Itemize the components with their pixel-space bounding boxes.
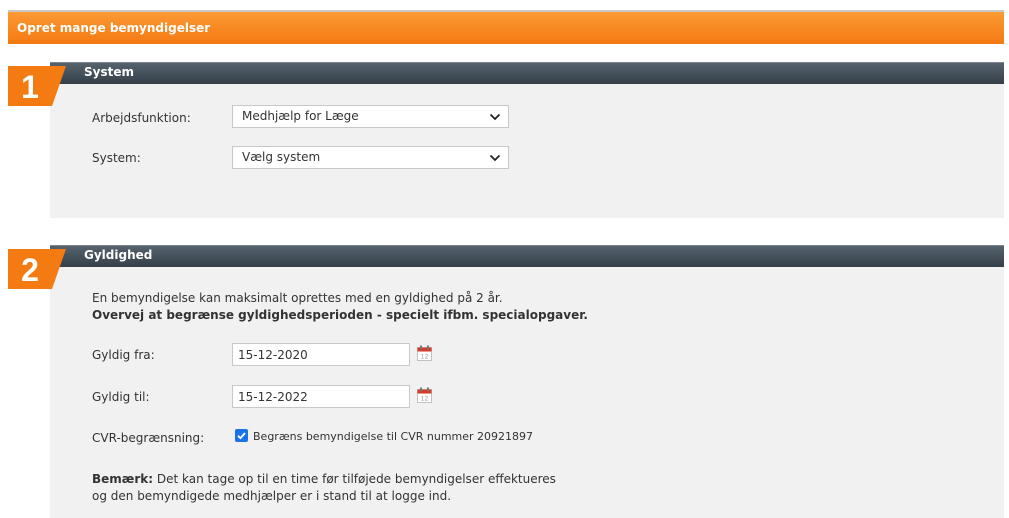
section-gyldighed: Gyldighed 2 En bemyndigelse kan maksimal… [8, 245, 1004, 518]
step-number-1: 1 [21, 69, 39, 105]
calendar-icon[interactable]: 12 [416, 345, 433, 362]
cvr-checkbox[interactable] [235, 429, 248, 442]
chevron-down-icon [489, 152, 501, 166]
gyldig-fra-label: Gyldig fra: [92, 348, 155, 362]
system-label: System: [92, 151, 141, 165]
remark-line-1: Bemærk: Det kan tage op til en time før … [92, 472, 556, 486]
system-select[interactable]: Vælg system [232, 146, 509, 169]
gyldig-fra-input[interactable]: 15-12-2020 [232, 343, 410, 366]
section-system-title: System [84, 65, 134, 79]
remark-text: Bemærk: Det kan tage op til en time før … [92, 471, 556, 505]
cvr-checkbox-label[interactable]: Begræns bemyndigelse til CVR nummer 2092… [253, 430, 533, 443]
system-value: Vælg system [242, 150, 321, 164]
svg-text:12: 12 [421, 396, 429, 403]
section-system-bar [50, 62, 1004, 84]
gyldig-fra-value: 15-12-2020 [238, 348, 308, 362]
section-system-body [50, 84, 1004, 218]
section-gyldighed-title: Gyldighed [84, 248, 153, 262]
intro-line-2: Overvej at begrænse gyldighedsperioden -… [92, 308, 588, 322]
arbejdsfunktion-label: Arbejdsfunktion: [92, 111, 191, 125]
intro-line-1: En bemyndigelse kan maksimalt oprettes m… [92, 291, 503, 305]
gyldig-til-input[interactable]: 15-12-2022 [232, 385, 410, 408]
calendar-icon[interactable]: 12 [416, 387, 433, 404]
arbejdsfunktion-value: Medhjælp for Læge [242, 109, 359, 123]
section-system: System 1 Arbejdsfunktion: Medhjælp for L… [8, 62, 1004, 218]
step-number-2: 2 [21, 252, 39, 288]
page-title: Opret mange bemyndigelser [17, 21, 211, 35]
cvr-label: CVR-begrænsning: [92, 431, 205, 445]
svg-text:12: 12 [421, 354, 429, 361]
arbejdsfunktion-select[interactable]: Medhjælp for Læge [232, 105, 509, 128]
gyldig-til-label: Gyldig til: [92, 390, 150, 404]
remark-line-2: og den bemyndigede medhjælper er i stand… [92, 489, 452, 503]
gyldig-til-value: 15-12-2022 [238, 390, 308, 404]
checkmark-icon [237, 432, 246, 440]
section-gyldighed-bar [50, 245, 1004, 267]
intro-text: En bemyndigelse kan maksimalt oprettes m… [92, 290, 588, 324]
chevron-down-icon [489, 111, 501, 125]
page-header: Opret mange bemyndigelser [8, 12, 1004, 44]
